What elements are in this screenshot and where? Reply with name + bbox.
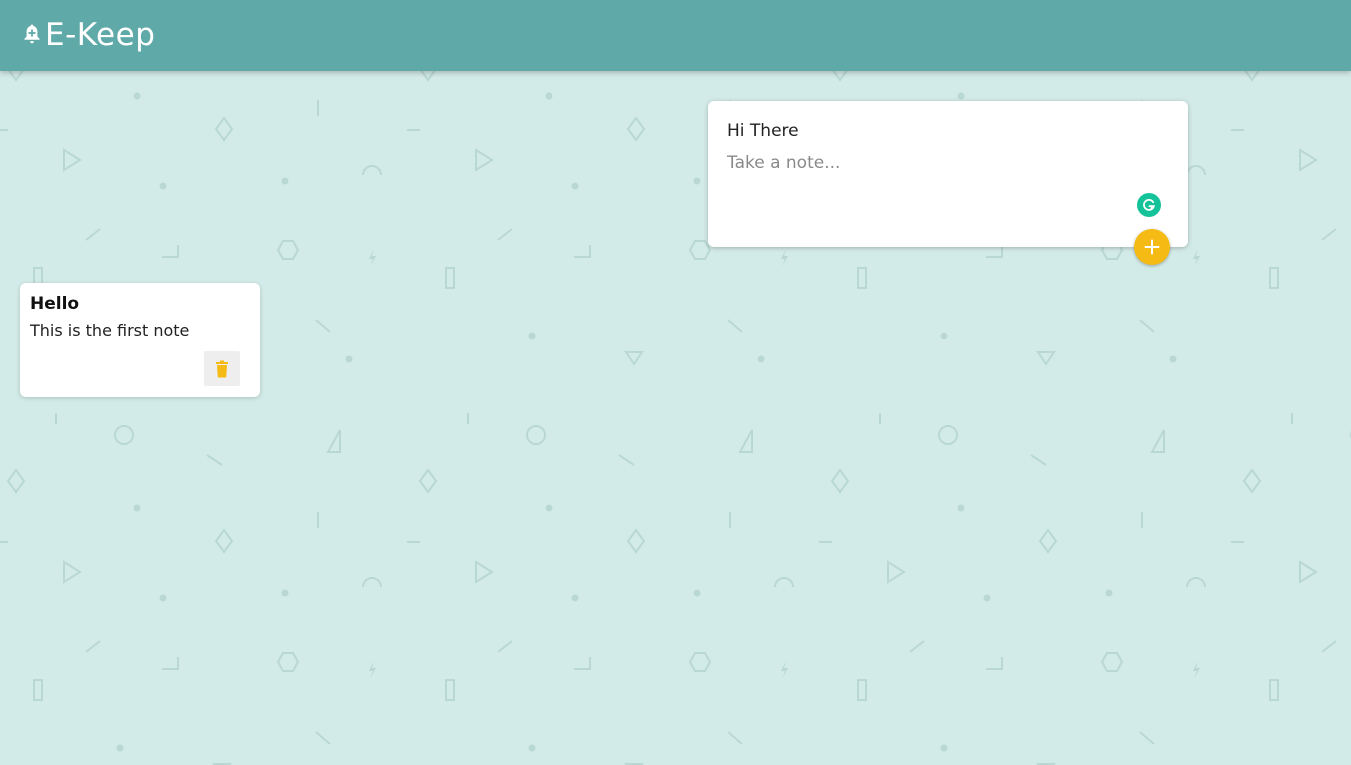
note-content: This is the first note: [30, 321, 190, 340]
create-note-form: [708, 101, 1188, 247]
note-title: Hello: [30, 294, 80, 314]
note-title-input[interactable]: [727, 121, 1157, 141]
app-title: E-Keep: [45, 17, 156, 53]
plus-icon: [1144, 239, 1160, 255]
grammarly-icon[interactable]: [1137, 193, 1161, 217]
add-note-button[interactable]: [1134, 229, 1170, 265]
note-content-input[interactable]: [727, 153, 1127, 213]
trash-icon: [216, 360, 228, 377]
grammarly-g-icon: [1143, 199, 1155, 211]
app-logo: E-Keep: [22, 20, 155, 51]
app-header: E-Keep: [0, 0, 1351, 71]
note-card: Hello This is the first note: [20, 283, 260, 397]
bell-plus-icon: [24, 24, 40, 43]
delete-note-button[interactable]: [204, 351, 240, 386]
